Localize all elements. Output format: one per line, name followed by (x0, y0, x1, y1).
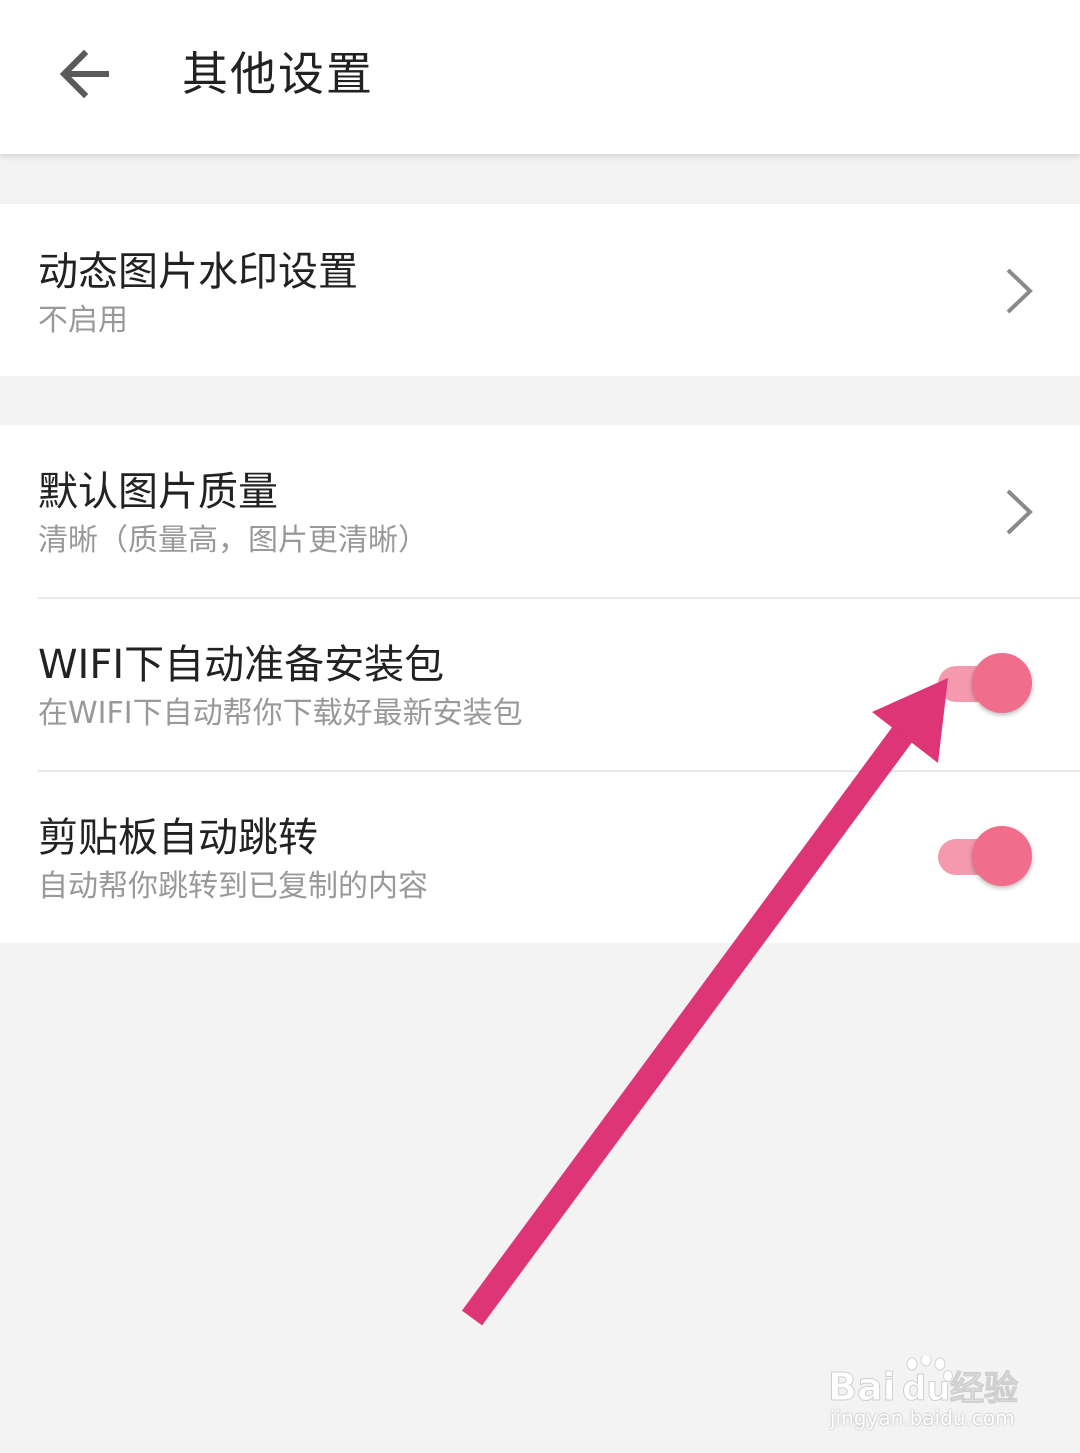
setting-row-wifi-package: WIFI下自动准备安装包 在WIFI下自动帮你下载好最新安装包 (0, 599, 1080, 771)
chevron-right-icon (1006, 489, 1033, 535)
app-bar: 其他设置 (0, 0, 1080, 154)
setting-title: 默认图片质量 (38, 469, 278, 515)
setting-row-clipboard: 剪贴板自动跳转 自动帮你跳转到已复制的内容 (0, 772, 1080, 944)
arrow-left-icon (59, 49, 109, 99)
svg-text:du: du (902, 1369, 951, 1406)
setting-subtitle: 自动帮你跳转到已复制的内容 (38, 869, 428, 904)
settings-group-2: 默认图片质量 清晰（质量高，图片更清晰） WIFI下自动准备安装包 在WIFI下… (0, 425, 1080, 943)
baidu-jingyan-watermark: Bai du 经验 jingyan.baidu.com (826, 1338, 1026, 1434)
setting-title: WIFI下自动准备安装包 (38, 642, 445, 688)
svg-text:Bai: Bai (828, 1365, 896, 1406)
watermark-url: jingyan.baidu.com (830, 1406, 1015, 1430)
settings-group-1: 动态图片水印设置 不启用 (0, 204, 1080, 376)
setting-row-watermark[interactable]: 动态图片水印设置 不启用 (0, 204, 1080, 376)
wifi-package-toggle[interactable] (938, 653, 1034, 715)
chevron-right-icon (1006, 268, 1033, 314)
page-title: 其他设置 (182, 47, 374, 101)
baidu-jingyan-logo: Bai du 经验 (828, 1356, 1019, 1406)
setting-subtitle: 在WIFI下自动帮你下载好最新安装包 (38, 696, 523, 731)
toggle-knob (972, 653, 1032, 713)
setting-title: 剪贴板自动跳转 (38, 815, 318, 861)
clipboard-toggle[interactable] (938, 826, 1034, 888)
toggle-knob (972, 826, 1032, 886)
setting-title: 动态图片水印设置 (38, 249, 358, 295)
setting-subtitle: 不启用 (38, 303, 128, 338)
setting-row-image-quality[interactable]: 默认图片质量 清晰（质量高，图片更清晰） (0, 425, 1080, 597)
svg-text:经验: 经验 (950, 1369, 1018, 1406)
back-button[interactable] (46, 36, 122, 112)
setting-subtitle: 清晰（质量高，图片更清晰） (38, 523, 428, 558)
